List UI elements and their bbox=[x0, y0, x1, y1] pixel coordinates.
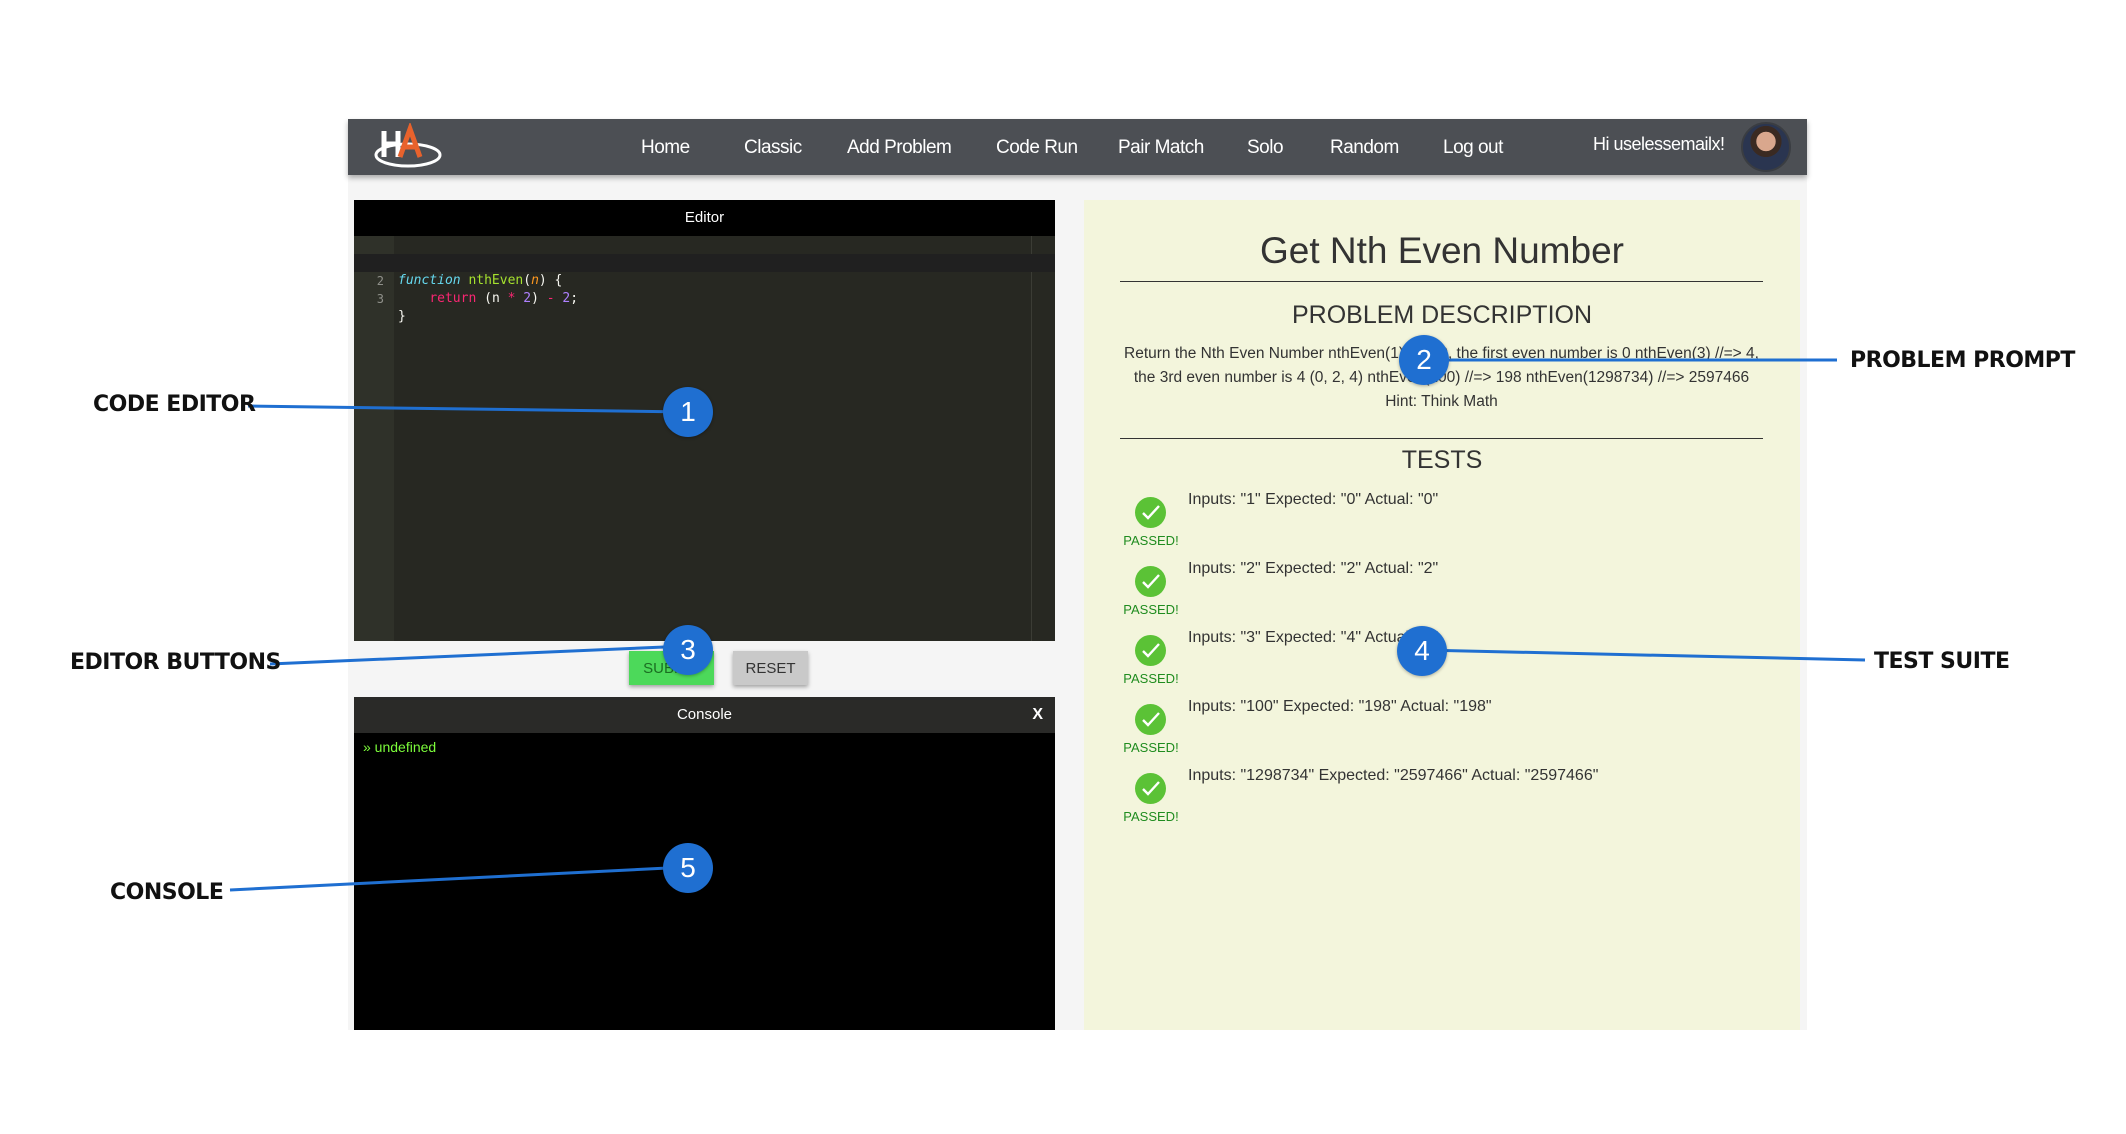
console-header: Console X bbox=[354, 697, 1055, 733]
code-token: 2 bbox=[562, 291, 571, 306]
check-icon bbox=[1135, 566, 1166, 597]
tests-heading: TESTS bbox=[1401, 446, 1483, 474]
code-token: 2 bbox=[523, 291, 532, 306]
reset-button[interactable]: RESET bbox=[733, 651, 808, 685]
test-row: PASSED! Inputs: "100" Expected: "198" Ac… bbox=[1084, 692, 1800, 761]
callout-label-problem-prompt: PROBLEM PROMPT bbox=[1850, 348, 2075, 373]
console-close-button[interactable]: X bbox=[1032, 697, 1043, 733]
print-margin bbox=[1031, 236, 1032, 641]
test-row: PASSED! Inputs: "1298734" Expected: "259… bbox=[1084, 761, 1800, 830]
test-status: PASSED! bbox=[1123, 671, 1179, 686]
logo[interactable] bbox=[370, 123, 450, 171]
nav-log-out[interactable]: Log out bbox=[1443, 137, 1503, 159]
test-result: Inputs: "1" Expected: "0" Actual: "0" bbox=[1188, 491, 1439, 508]
nav-classic[interactable]: Classic bbox=[744, 137, 802, 159]
nav-solo[interactable]: Solo bbox=[1247, 137, 1284, 159]
test-status: PASSED! bbox=[1123, 533, 1179, 548]
nav-home[interactable]: Home bbox=[641, 137, 690, 159]
test-status: PASSED! bbox=[1123, 809, 1179, 824]
nav-add-problem[interactable]: Add Problem bbox=[847, 137, 952, 159]
callout-label-code-editor: CODE EDITOR bbox=[93, 392, 256, 417]
check-icon bbox=[1135, 773, 1166, 804]
test-row: PASSED! Inputs: "2" Expected: "2" Actual… bbox=[1084, 554, 1800, 623]
line-number: 3 bbox=[376, 292, 384, 306]
console-title: Console bbox=[676, 706, 733, 723]
navbar: Home Classic Add Problem Code Run Pair M… bbox=[348, 119, 1807, 175]
callout-badge-4: 4 bbox=[1397, 626, 1447, 676]
check-icon bbox=[1135, 497, 1166, 528]
check-icon bbox=[1135, 704, 1166, 735]
callout-badge-2: 2 bbox=[1399, 335, 1449, 385]
callout-label-test-suite: TEST SUITE bbox=[1874, 649, 2010, 674]
test-status: PASSED! bbox=[1123, 740, 1179, 755]
callout-label-console: CONSOLE bbox=[110, 880, 224, 905]
callout-badge-1: 1 bbox=[663, 387, 713, 437]
console-output: » undefined bbox=[363, 739, 437, 755]
description-heading: PROBLEM DESCRIPTION bbox=[1291, 301, 1593, 329]
callout-label-editor-buttons: EDITOR BUTTONS bbox=[70, 650, 281, 675]
check-icon bbox=[1135, 635, 1166, 666]
test-result: Inputs: "1298734" Expected: "2597466" Ac… bbox=[1188, 767, 1599, 784]
divider bbox=[1120, 281, 1763, 282]
code-line[interactable]: 1 function nthEven(n) { bbox=[354, 236, 1055, 288]
callout-badge-3: 3 bbox=[663, 625, 713, 675]
code-token: n bbox=[491, 291, 500, 306]
avatar[interactable] bbox=[1741, 122, 1791, 172]
code-line[interactable]: 3 } bbox=[354, 272, 1055, 324]
code-token: return bbox=[429, 291, 477, 306]
test-result: Inputs: "100" Expected: "198" Actual: "1… bbox=[1188, 698, 1492, 715]
nav-code-run[interactable]: Code Run bbox=[996, 137, 1078, 159]
nav-pair-match[interactable]: Pair Match bbox=[1118, 137, 1204, 159]
test-row: PASSED! Inputs: "1" Expected: "0" Actual… bbox=[1084, 485, 1800, 554]
problem-title: Get Nth Even Number bbox=[1260, 230, 1624, 271]
test-result: Inputs: "2" Expected: "2" Actual: "2" bbox=[1188, 560, 1439, 577]
user-greeting: Hi uselessemailx! bbox=[1593, 134, 1725, 154]
divider bbox=[1120, 438, 1763, 439]
code-editor[interactable]: 1 function nthEven(n) { 2 return (n * 2)… bbox=[354, 236, 1055, 641]
problem-panel: Get Nth Even Number PROBLEM DESCRIPTION … bbox=[1084, 200, 1800, 1030]
nav-random[interactable]: Random bbox=[1330, 137, 1399, 159]
editor-header: Editor bbox=[354, 200, 1055, 236]
test-status: PASSED! bbox=[1123, 602, 1179, 617]
callout-badge-5: 5 bbox=[663, 843, 713, 893]
code-line[interactable]: 2 return (n * 2) - 2; bbox=[354, 254, 1055, 306]
